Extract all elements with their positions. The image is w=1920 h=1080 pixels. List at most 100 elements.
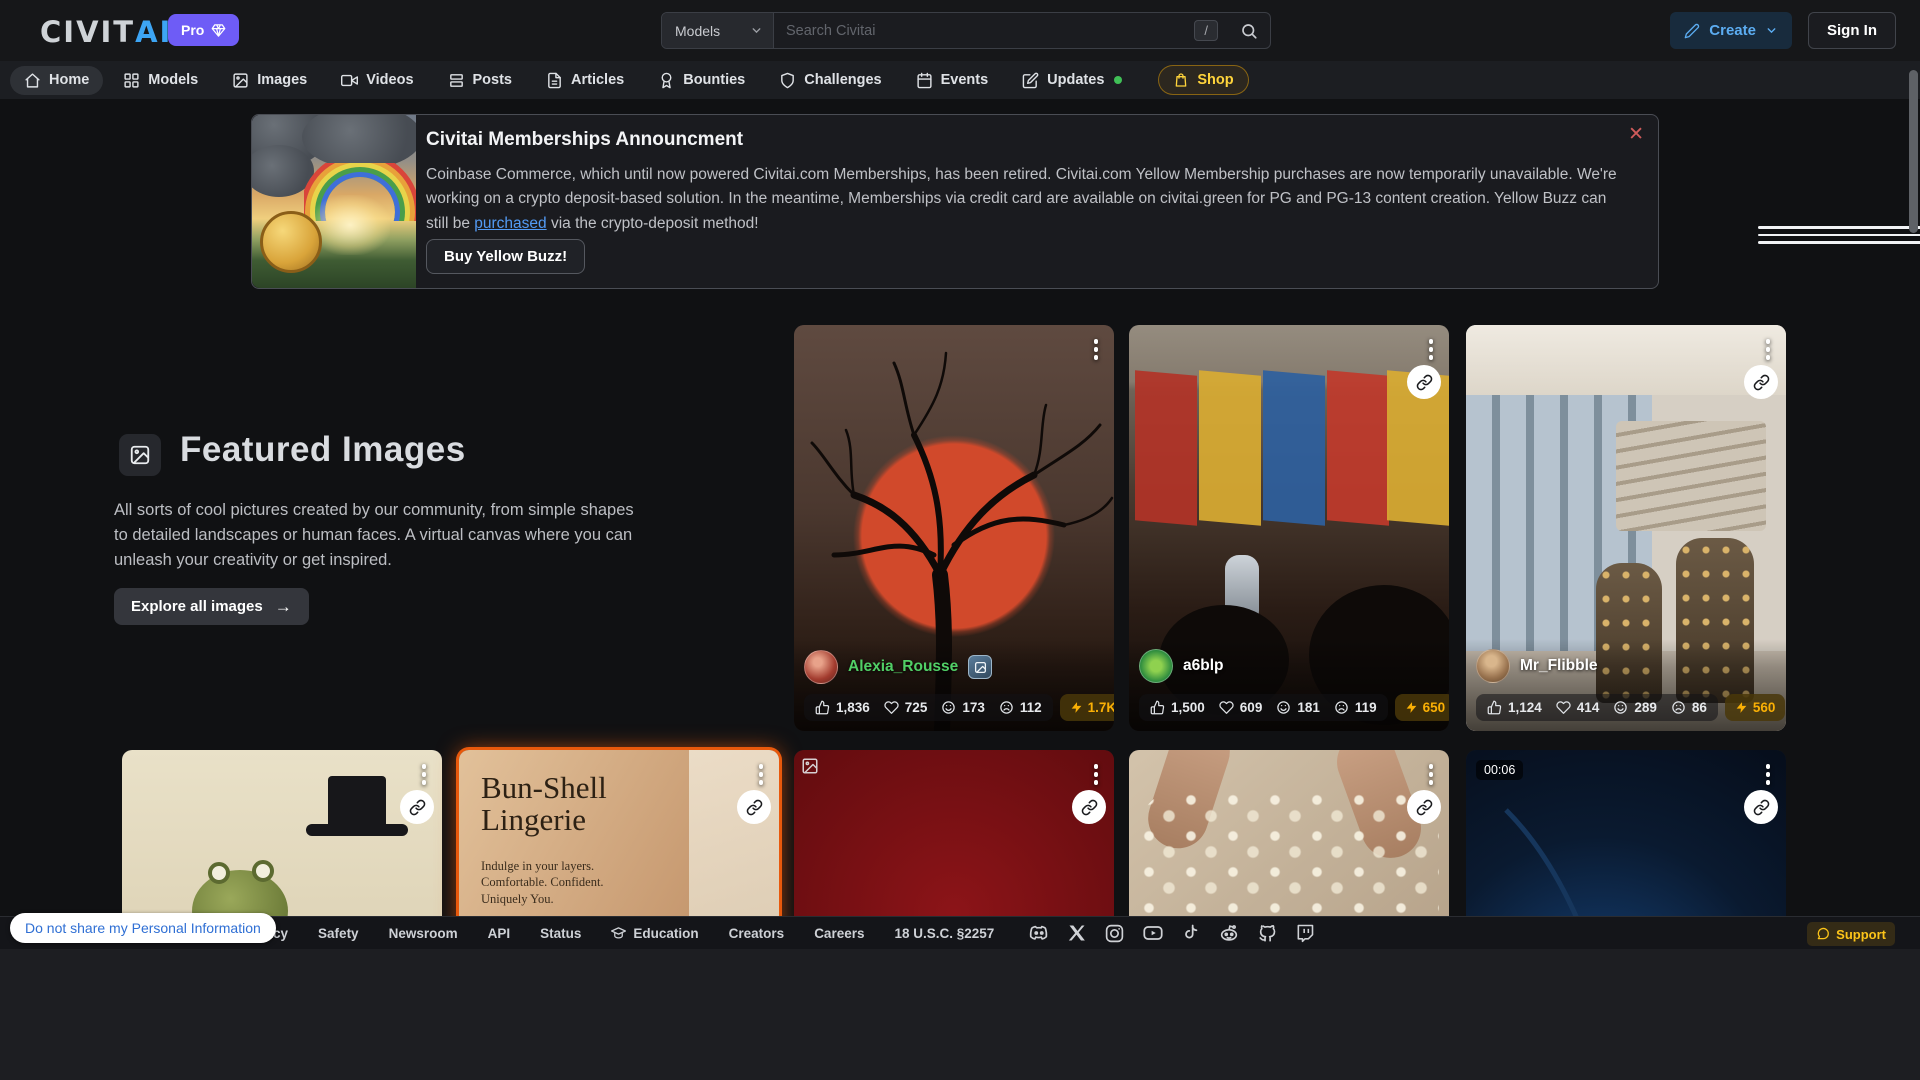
cry-stat[interactable]: 112	[999, 700, 1042, 715]
card-menu-dots-icon[interactable]	[1425, 760, 1438, 789]
buzz-stat[interactable]: 650	[1395, 694, 1449, 721]
avatar[interactable]	[1139, 649, 1173, 683]
create-button[interactable]: Create	[1670, 12, 1792, 49]
reddit-icon[interactable]	[1218, 922, 1240, 944]
card-menu-dots-icon[interactable]	[418, 760, 431, 789]
card-menu-dots-icon[interactable]	[1090, 760, 1103, 789]
nav-item-home[interactable]: Home	[10, 66, 103, 95]
nav-item-posts[interactable]: Posts	[434, 66, 527, 95]
sign-in-button[interactable]: Sign In	[1808, 12, 1896, 49]
nav-item-videos[interactable]: Videos	[327, 66, 427, 95]
username[interactable]: Mr_Flibble	[1520, 657, 1598, 675]
support-label: Support	[1836, 927, 1886, 942]
discord-icon[interactable]	[1028, 922, 1050, 944]
card-menu-dots-icon[interactable]	[1425, 335, 1438, 364]
do-not-share-personal-info-button[interactable]: Do not share my Personal Information	[10, 913, 276, 943]
purchased-link[interactable]: purchased	[474, 215, 546, 232]
laugh-stat[interactable]: 181	[1276, 700, 1320, 715]
explore-button-label: Explore all images	[131, 598, 263, 615]
nav-item-events[interactable]: Events	[902, 66, 1003, 95]
link-icon[interactable]	[1744, 365, 1778, 399]
link-icon[interactable]	[737, 790, 771, 824]
scrollbar-thumb[interactable]	[1909, 70, 1918, 233]
buy-yellow-buzz-button[interactable]: Buy Yellow Buzz!	[426, 239, 585, 274]
civitai-logo[interactable]: CIVITAI	[40, 15, 172, 49]
footer-link-status[interactable]: Status	[540, 926, 581, 941]
x-twitter-icon[interactable]	[1067, 923, 1087, 943]
like-stat[interactable]: 1,836	[815, 700, 870, 715]
footer-link-newsroom[interactable]: Newsroom	[389, 926, 458, 941]
link-icon[interactable]	[1072, 790, 1106, 824]
search-button[interactable]	[1228, 13, 1270, 48]
main-navbar: Home Models Images Videos Posts Articles…	[0, 61, 1920, 99]
username[interactable]: Alexia_Rousse	[848, 658, 958, 676]
link-icon[interactable]	[1407, 365, 1441, 399]
card-footer: Mr_Flibble 1,124 414 289 86 560	[1466, 639, 1786, 731]
card-menu-dots-icon[interactable]	[755, 760, 768, 789]
tiktok-icon[interactable]	[1181, 923, 1201, 943]
nav-item-challenges[interactable]: Challenges	[765, 66, 895, 95]
pro-badge[interactable]: Pro	[168, 14, 239, 46]
nav-item-articles[interactable]: Articles	[532, 66, 638, 95]
list-icon	[448, 72, 465, 89]
nav-item-models[interactable]: Models	[109, 66, 212, 95]
laugh-stat[interactable]: 173	[941, 700, 985, 715]
support-button[interactable]: Support	[1807, 922, 1895, 946]
image-card-medieval-knights[interactable]: a6blp 1,500 609 181 119 650	[1129, 325, 1449, 731]
buzz-stat[interactable]: 1.7K	[1060, 694, 1114, 721]
heart-stat[interactable]: 609	[1219, 700, 1263, 715]
footer-link-safety[interactable]: Safety	[318, 926, 359, 941]
featured-title: Featured Images	[180, 430, 466, 470]
nav-item-updates[interactable]: Updates	[1008, 66, 1136, 95]
avatar[interactable]	[1476, 649, 1510, 683]
avatar[interactable]	[804, 650, 838, 684]
clipboard-edit-icon	[1022, 72, 1039, 89]
footer-link-api[interactable]: API	[488, 926, 511, 941]
buzz-stat[interactable]: 560	[1725, 694, 1786, 721]
cry-stat[interactable]: 119	[1334, 700, 1377, 715]
image-card-tree-red-moon[interactable]: Alexia_Rousse 1,836 725 173 112 1.7K	[794, 325, 1114, 731]
nav-label: Shop	[1197, 72, 1233, 88]
laugh-stat[interactable]: 289	[1613, 700, 1657, 715]
cry-stat[interactable]: 86	[1671, 700, 1707, 715]
image-card-lobby-daleks[interactable]: Mr_Flibble 1,124 414 289 86 560	[1466, 325, 1786, 731]
image-placeholder-icon	[801, 757, 819, 775]
explore-all-images-button[interactable]: Explore all images →	[114, 588, 309, 625]
card-menu-dots-icon[interactable]	[1090, 335, 1103, 364]
nav-item-images[interactable]: Images	[218, 66, 321, 95]
link-icon[interactable]	[1744, 790, 1778, 824]
footer-social-icons	[1028, 922, 1315, 944]
link-icon[interactable]	[400, 790, 434, 824]
footer-bar: Privacy Safety Newsroom API Status Educa…	[0, 916, 1920, 949]
hamburger-menu-icon[interactable]	[1758, 222, 1920, 248]
like-stat[interactable]: 1,500	[1150, 700, 1205, 715]
card-menu-dots-icon[interactable]	[1762, 335, 1775, 364]
nav-item-bounties[interactable]: Bounties	[644, 66, 759, 95]
search-icon	[1240, 22, 1258, 40]
close-icon[interactable]: ✕	[1628, 125, 1644, 144]
logo-text-gray: CIVIT	[40, 15, 135, 49]
github-icon[interactable]	[1257, 923, 1278, 944]
video-duration-badge: 00:06	[1476, 760, 1523, 780]
card-menu-dots-icon[interactable]	[1762, 760, 1775, 789]
page-bottom-area	[0, 949, 1920, 1080]
nav-label: Images	[257, 72, 307, 88]
search-shortcut-kbd: /	[1194, 20, 1218, 41]
heart-stat[interactable]: 725	[884, 700, 928, 715]
like-stat[interactable]: 1,124	[1487, 700, 1542, 715]
instagram-icon[interactable]	[1104, 923, 1125, 944]
youtube-icon[interactable]	[1142, 922, 1164, 944]
twitch-icon[interactable]	[1295, 923, 1315, 943]
link-icon[interactable]	[1407, 790, 1441, 824]
search-input[interactable]	[774, 13, 1194, 48]
footer-link-education[interactable]: Education	[611, 926, 698, 941]
footer-link-careers[interactable]: Careers	[814, 926, 864, 941]
search-category-select[interactable]: Models	[662, 13, 774, 48]
footer-link-creators[interactable]: Creators	[729, 926, 785, 941]
nav-label: Bounties	[683, 72, 745, 88]
username[interactable]: a6blp	[1183, 657, 1223, 675]
nav-item-shop[interactable]: Shop	[1158, 65, 1248, 95]
footer-link-2257[interactable]: 18 U.S.C. §2257	[894, 926, 994, 941]
heart-stat[interactable]: 414	[1556, 700, 1600, 715]
announcement-illustration	[252, 115, 416, 288]
